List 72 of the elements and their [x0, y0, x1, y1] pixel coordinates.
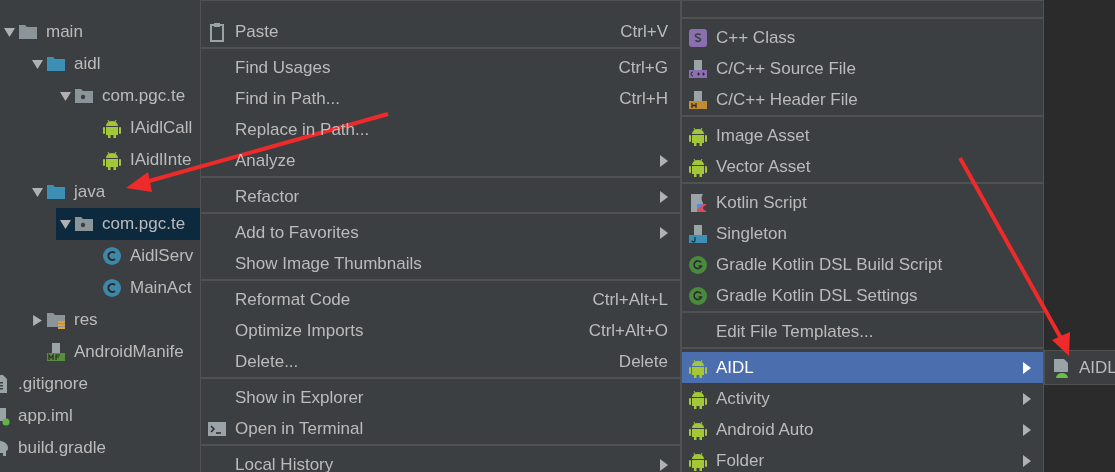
package-folder-icon	[74, 214, 94, 234]
menu-item[interactable]: AIDL	[682, 352, 1043, 383]
menu-item[interactable]: Refactor	[201, 181, 680, 212]
menu-item[interactable]: Singleton	[682, 218, 1043, 249]
tree-item[interactable]: .gitignore	[0, 368, 200, 400]
g-circle-icon	[688, 285, 708, 306]
menu-item[interactable]: Find Usages Ctrl+G	[201, 52, 680, 83]
expanded-arrow-icon[interactable]	[59, 218, 71, 230]
tree-item[interactable]: com.pgc.te	[56, 80, 200, 112]
tree-item[interactable]: com.pgc.te	[56, 208, 200, 240]
tree-item[interactable]: IAidlCall	[84, 112, 200, 144]
android-icon	[688, 388, 708, 409]
menu-item[interactable]: Vector Asset	[682, 151, 1043, 182]
menu-item[interactable]: Image Asset	[682, 120, 1043, 151]
menu-item[interactable]: Edit File Templates...	[682, 316, 1043, 347]
menu-item[interactable]: Open in Terminal	[201, 413, 680, 444]
java-file-icon	[688, 223, 708, 244]
menu-item[interactable]: Find in Path... Ctrl+H	[201, 83, 680, 114]
g-circle-icon	[688, 254, 708, 275]
menu-item[interactable]: Gradle Kotlin DSL Build Script	[682, 249, 1043, 280]
s-badge-icon	[688, 27, 708, 48]
menu-item[interactable]: Delete... Delete	[201, 346, 680, 377]
kotlin-file-icon	[688, 192, 708, 213]
tree-item[interactable]: res	[28, 304, 200, 336]
android-icon	[688, 419, 708, 440]
cpp-file-icon	[688, 58, 708, 79]
tree-item[interactable]: IAidlInte	[84, 144, 200, 176]
expanded-arrow-icon[interactable]	[31, 186, 43, 198]
tree-item[interactable]: app.iml	[0, 400, 200, 432]
folder-icon	[46, 182, 66, 202]
collapsed-arrow-icon[interactable]	[31, 314, 43, 326]
package-folder-icon	[74, 86, 94, 106]
resource-folder-icon	[46, 310, 66, 330]
tree-item[interactable]: build.gradle	[0, 432, 200, 464]
android-icon	[102, 150, 122, 170]
menu-item[interactable]: Reformat Code Ctrl+Alt+L	[201, 284, 680, 315]
menu-item[interactable]: Gradle Kotlin DSL Settings	[682, 280, 1043, 311]
android-icon	[688, 156, 708, 177]
header-file-icon	[688, 89, 708, 110]
menu-item[interactable]: Optimize Imports Ctrl+Alt+O	[201, 315, 680, 346]
folder-icon	[18, 22, 38, 42]
menu-item[interactable]: Add to Favorites	[201, 217, 680, 248]
menu-item[interactable]: Kotlin Script	[682, 187, 1043, 218]
android-icon	[688, 450, 708, 471]
tree-item[interactable]: main	[0, 16, 200, 48]
menu-item[interactable]: Android Auto	[682, 414, 1043, 445]
tree-item[interactable]: java	[28, 176, 200, 208]
folder-icon	[46, 54, 66, 74]
class-icon	[102, 278, 122, 298]
menu-item[interactable]: Show in Explorer	[201, 382, 680, 413]
clipboard-icon	[207, 21, 227, 42]
menu-item[interactable]: Folder	[682, 445, 1043, 472]
expanded-arrow-icon[interactable]	[31, 58, 43, 70]
menu-item[interactable]: Show Image Thumbnails	[201, 248, 680, 279]
menu-item[interactable]: Activity	[682, 383, 1043, 414]
android-icon	[102, 118, 122, 138]
tree-item[interactable]: MainAct	[84, 272, 200, 304]
menu-item[interactable]: C++ Class	[682, 22, 1043, 53]
manifest-file-icon	[46, 342, 66, 362]
class-icon	[102, 246, 122, 266]
android-icon	[688, 357, 708, 378]
expanded-arrow-icon[interactable]	[59, 90, 71, 102]
tree-item[interactable]: aidl	[28, 48, 200, 80]
menu-item[interactable]: Analyze	[201, 145, 680, 176]
expanded-arrow-icon[interactable]	[3, 26, 15, 38]
tree-item[interactable]: AidlServ	[84, 240, 200, 272]
tree-item[interactable]: AndroidManife	[28, 336, 200, 368]
menu-item[interactable]: C/C++ Header File	[682, 84, 1043, 115]
android-file-icon	[1051, 357, 1071, 378]
menu-item[interactable]: C/C++ Source File	[682, 53, 1043, 84]
menu-item[interactable]: Paste Ctrl+V	[201, 16, 680, 47]
android-icon	[688, 125, 708, 146]
